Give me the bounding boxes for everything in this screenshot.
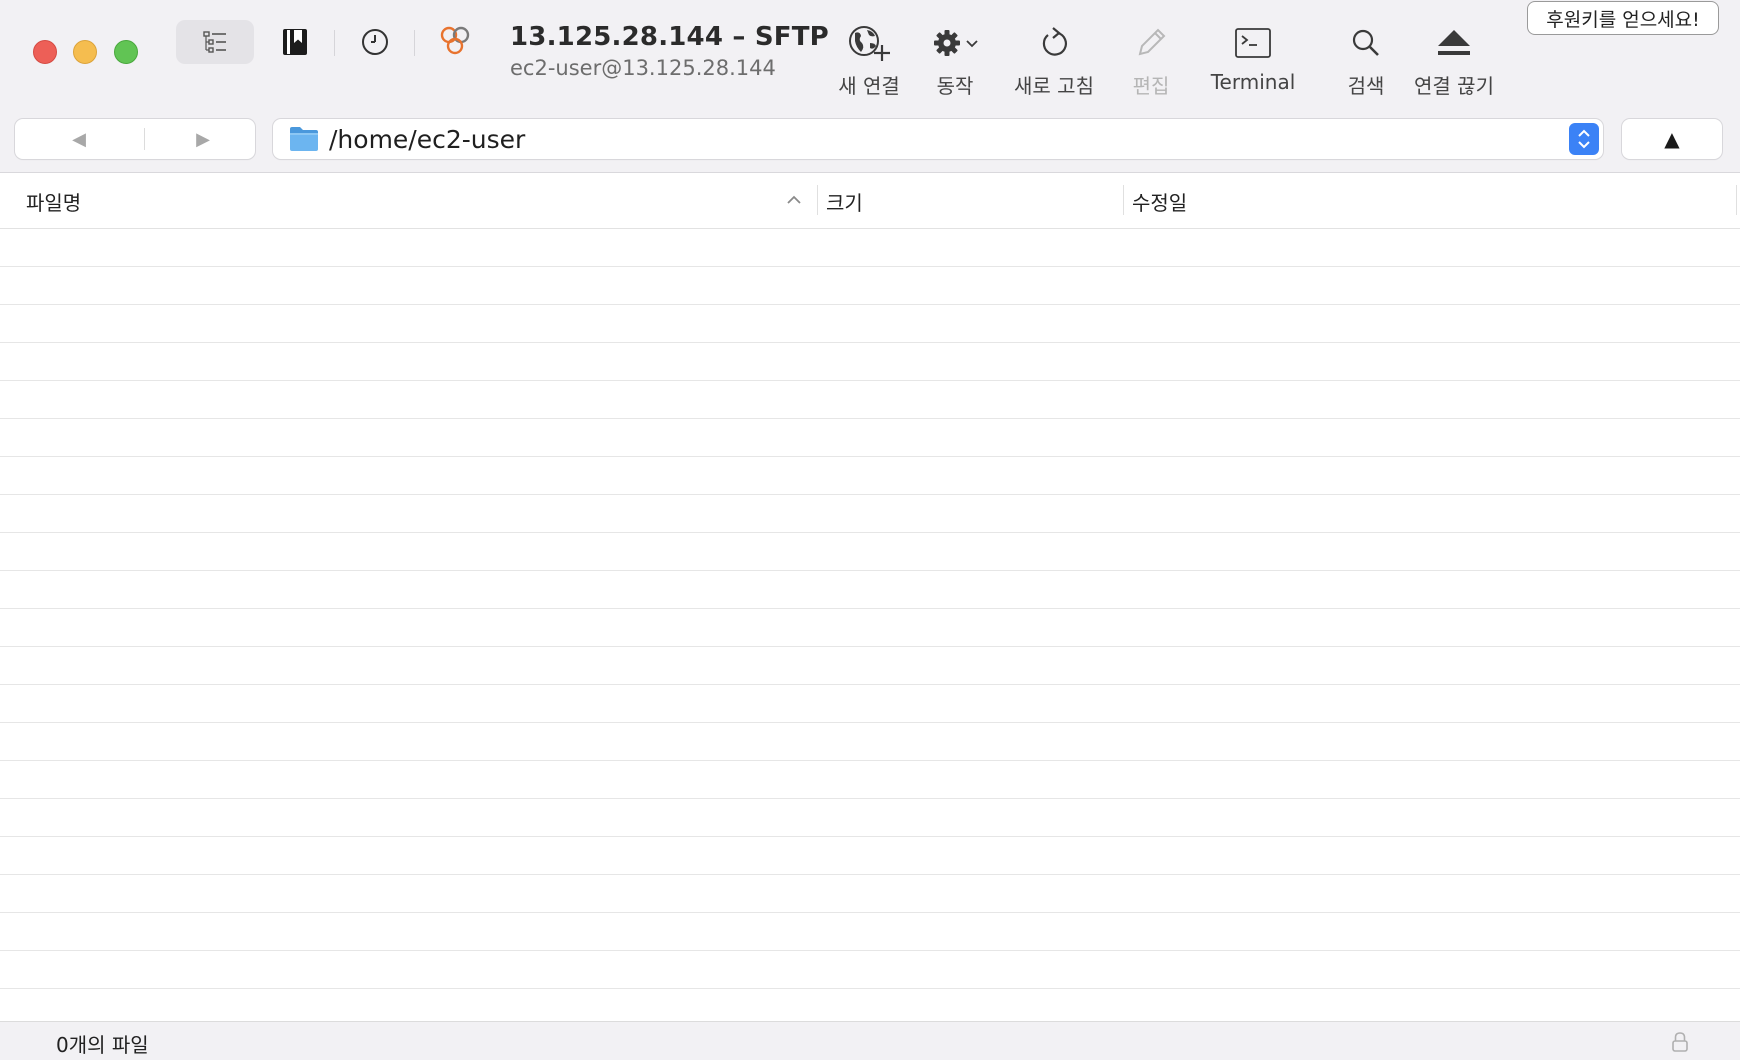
sftp-window: 13.125.28.144 – SFTP ec2-user@13.125.28.… (0, 0, 1740, 1060)
forward-button[interactable]: ▶ (143, 119, 263, 159)
bookmarks-button[interactable] (276, 22, 314, 62)
file-count-status: 0개의 파일 (56, 1033, 149, 1057)
terminal-button[interactable]: Terminal (1203, 20, 1303, 100)
empty-table-row (0, 267, 1740, 305)
bonjour-network-icon (440, 26, 470, 55)
empty-table-row (0, 229, 1740, 267)
minimize-window-button[interactable] (73, 40, 97, 64)
empty-table-row (0, 951, 1740, 989)
column-header-size[interactable]: 크기 (826, 173, 1116, 229)
refresh-label: 새로 고침 (1014, 74, 1094, 98)
toolbar: 13.125.28.144 – SFTP ec2-user@13.125.28.… (0, 0, 1740, 103)
close-window-button[interactable] (33, 40, 57, 64)
terminal-icon (1235, 28, 1271, 58)
empty-table-row (0, 647, 1740, 685)
column-separator[interactable] (1736, 185, 1737, 215)
refresh-icon (1042, 27, 1067, 56)
navigation-bar: ◀ ▶ /home/ec2-user ▲ (0, 103, 1740, 173)
window-title: 13.125.28.144 – SFTP (510, 22, 829, 52)
edit-label: 편집 (1132, 74, 1170, 98)
column-header-modified[interactable]: 수정일 (1132, 173, 1712, 229)
empty-table-row (0, 305, 1740, 343)
refresh-button[interactable]: 새로 고침 (1007, 20, 1101, 100)
history-button[interactable] (356, 22, 394, 62)
empty-table-row (0, 875, 1740, 913)
empty-table-row (0, 571, 1740, 609)
edit-button[interactable]: 편집 (1126, 20, 1176, 100)
toolbar-separator (334, 30, 335, 56)
globe-plus-icon (849, 26, 890, 61)
current-path: /home/ec2-user (329, 125, 526, 154)
empty-table-row (0, 533, 1740, 571)
donate-button[interactable]: 후원키를 얻으세요! (1527, 1, 1719, 35)
up-down-chevron-icon (1578, 129, 1590, 149)
file-list[interactable] (0, 229, 1740, 1027)
empty-table-row (0, 913, 1740, 951)
clock-icon (362, 29, 388, 55)
folder-icon (290, 127, 318, 151)
empty-table-row (0, 343, 1740, 381)
outline-list-icon (203, 31, 226, 53)
new-connection-button[interactable]: 새 연결 (829, 20, 909, 100)
empty-table-row (0, 495, 1740, 533)
empty-table-row (0, 419, 1740, 457)
new-connection-label: 새 연결 (838, 74, 900, 98)
action-menu-button[interactable]: 동작 (918, 20, 992, 100)
empty-table-row (0, 761, 1740, 799)
empty-table-row (0, 609, 1740, 647)
column-separator[interactable] (1123, 185, 1124, 215)
empty-table-row (0, 837, 1740, 875)
sort-ascending-icon (787, 195, 801, 204)
outline-view-toggle[interactable] (176, 20, 254, 64)
lock-icon (1672, 1032, 1688, 1052)
status-bar: 0개의 파일 (0, 1021, 1740, 1060)
disconnect-label: 연결 끊기 (1414, 74, 1494, 98)
bonjour-button[interactable] (435, 22, 475, 62)
empty-table-row (0, 723, 1740, 761)
toolbar-separator (414, 30, 415, 56)
file-list-header: 파일명 크기 수정일 (0, 173, 1740, 229)
search-label: 검색 (1347, 74, 1385, 98)
search-icon (1352, 29, 1379, 56)
bookmark-book-icon (283, 29, 307, 55)
back-forward-control: ◀ ▶ (15, 119, 255, 159)
empty-table-row (0, 381, 1740, 419)
action-label: 동작 (936, 74, 974, 98)
window-subtitle: ec2-user@13.125.28.144 (510, 56, 776, 80)
disconnect-button[interactable]: 연결 끊기 (1410, 20, 1498, 100)
empty-table-row (0, 457, 1740, 495)
empty-table-row (0, 685, 1740, 723)
parent-directory-button[interactable]: ▲ (1622, 119, 1722, 159)
chevron-down-icon (965, 40, 978, 48)
zoom-window-button[interactable] (114, 40, 138, 64)
eject-icon (1438, 30, 1470, 55)
column-separator[interactable] (817, 185, 818, 215)
gear-icon (933, 30, 960, 56)
terminal-label: Terminal (1210, 70, 1296, 94)
path-selector[interactable]: /home/ec2-user (273, 119, 1603, 159)
back-button[interactable]: ◀ (19, 119, 139, 159)
column-header-filename[interactable]: 파일명 (26, 173, 796, 229)
pencil-icon (1138, 28, 1166, 56)
search-button[interactable]: 검색 (1340, 20, 1392, 100)
empty-table-row (0, 799, 1740, 837)
path-popup-button[interactable] (1569, 123, 1599, 155)
